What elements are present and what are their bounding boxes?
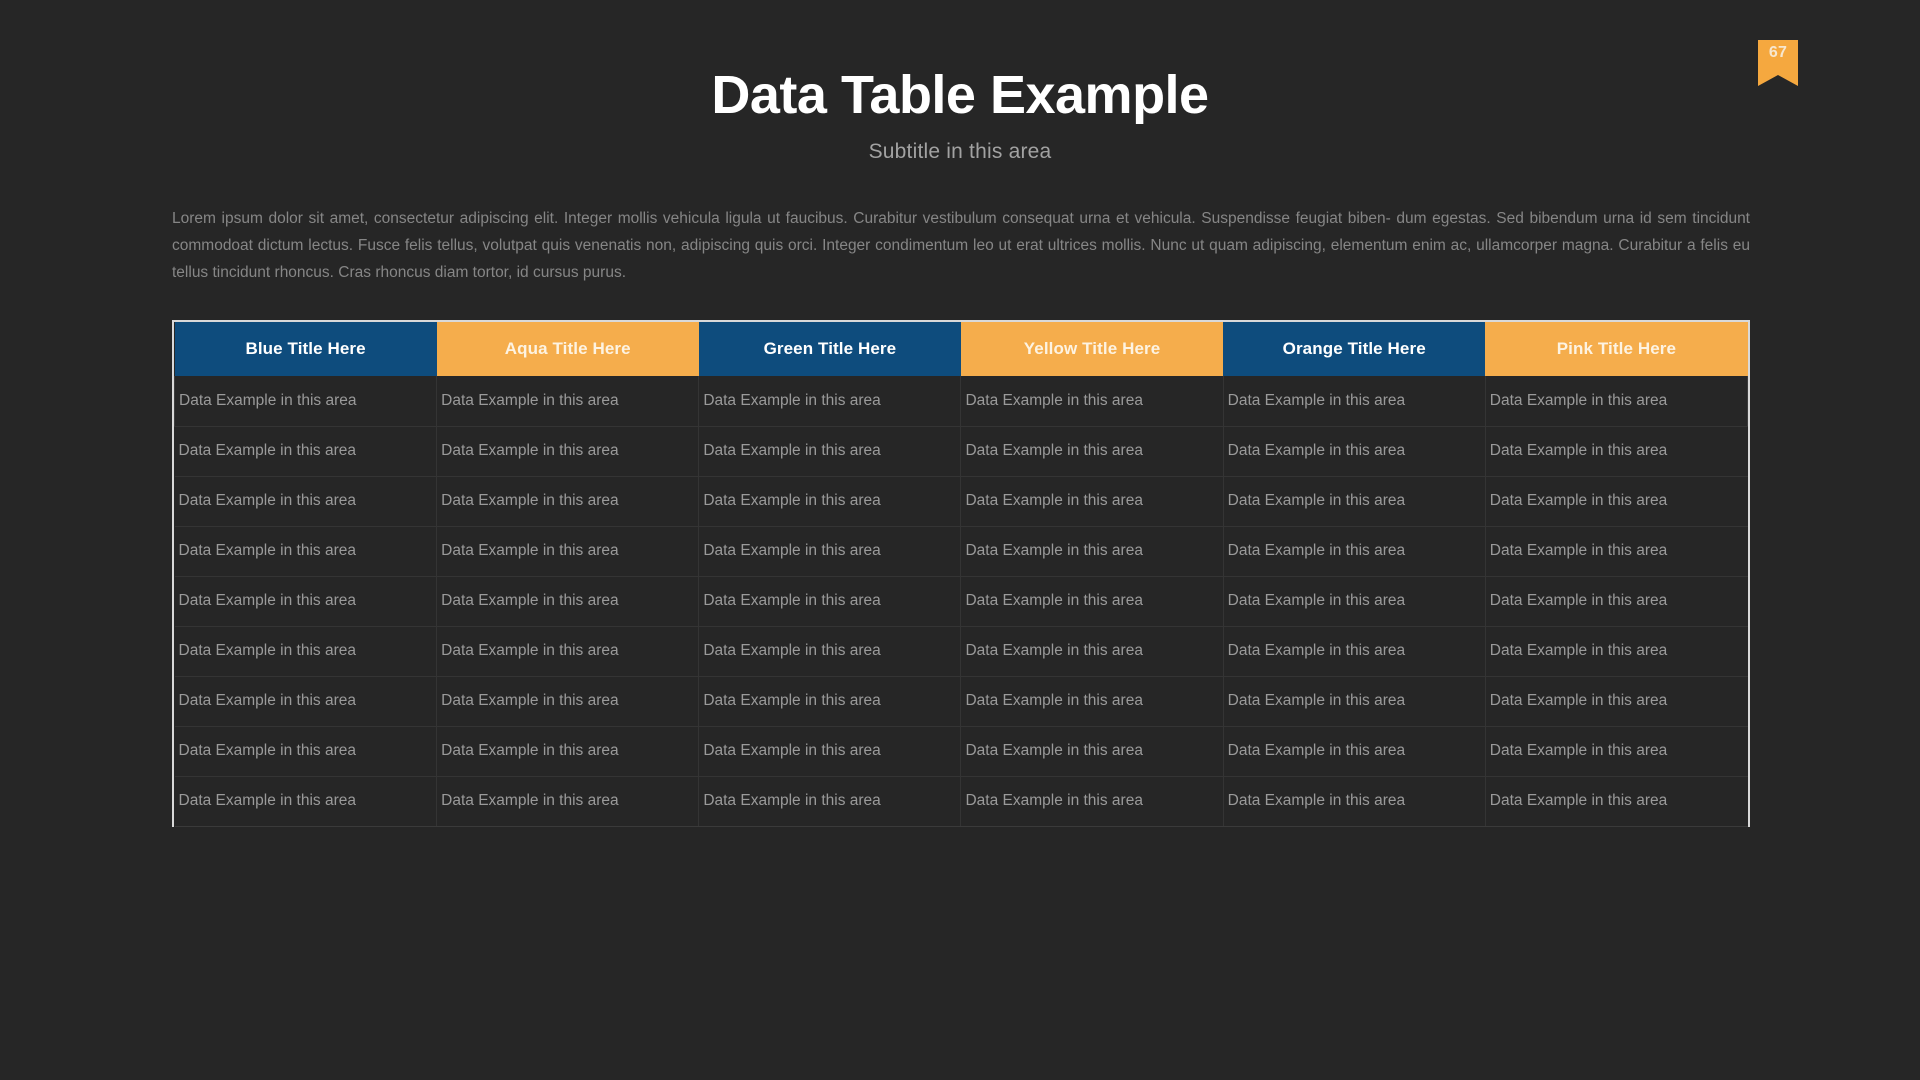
body-paragraph: Lorem ipsum dolor sit amet, consectetur … xyxy=(172,210,1750,281)
table-row: Data Example in this area Data Example in… xyxy=(174,476,1748,527)
table-cell: Data Example in this area xyxy=(960,426,1224,477)
table-row: Data Example in this area Data Example in… xyxy=(174,526,1748,577)
table-cell: Data Example in this area xyxy=(1485,576,1748,627)
table-header-row-group: Blue Title Here Aqua Title Here Green Titl… xyxy=(174,322,1748,376)
table-cell: Data Example in this area xyxy=(960,626,1224,677)
table-cell: Data Example in this area xyxy=(1485,626,1748,677)
table-cell: Data Example in this area xyxy=(698,526,962,577)
table-cell: Data Example in this area xyxy=(436,676,700,727)
table-cell: Data Example in this area xyxy=(698,626,962,677)
table-cell: Data Example in this area xyxy=(1223,476,1486,527)
table-cell: Data Example in this area xyxy=(174,476,438,527)
table-row: Data Example in this area Data Example in… xyxy=(174,676,1748,727)
slide-canvas: 67 Data Table Example Subtitle in this a… xyxy=(0,0,1920,1080)
table-header-cell-5[interactable]: Orange Title Here xyxy=(1223,322,1486,376)
table-cell: Data Example in this area xyxy=(1485,526,1748,577)
table-cell: Data Example in this area xyxy=(436,376,700,427)
table-cell: Data Example in this area xyxy=(1485,676,1748,727)
table-header-cell-6[interactable]: Pink Title Here xyxy=(1485,322,1748,376)
table-body: Data Example in this area Data Example in… xyxy=(174,376,1748,827)
table-cell: Data Example in this area xyxy=(436,526,700,577)
table-cell: Data Example in this area xyxy=(1223,576,1486,627)
table-cell: Data Example in this area xyxy=(174,676,438,727)
table-row: Data Example in this area Data Example in… xyxy=(174,576,1748,627)
table-cell: Data Example in this area xyxy=(960,576,1224,627)
table-header-row: Blue Title Here Aqua Title Here Green Titl… xyxy=(174,322,1748,376)
page-number-label: 67 xyxy=(1768,44,1788,61)
table-cell: Data Example in this area xyxy=(960,776,1224,827)
table-cell: Data Example in this area xyxy=(1485,376,1748,427)
table-cell: Data Example in this area xyxy=(174,426,438,477)
table-row: Data Example in this area Data Example in… xyxy=(174,726,1748,777)
table-header-cell-1[interactable]: Blue Title Here xyxy=(174,322,437,376)
table-cell: Data Example in this area xyxy=(174,776,438,827)
table-cell: Data Example in this area xyxy=(1223,526,1486,577)
table-cell: Data Example in this area xyxy=(698,676,962,727)
table-cell: Data Example in this area xyxy=(960,526,1224,577)
table-cell: Data Example in this area xyxy=(698,726,962,777)
table-cell: Data Example in this area xyxy=(1485,476,1748,527)
table-cell: Data Example in this area xyxy=(698,476,962,527)
table-cell: Data Example in this area xyxy=(174,526,438,577)
table-cell: Data Example in this area xyxy=(1223,676,1486,727)
data-table-container: Blue Title Here Aqua Title Here Green Titl… xyxy=(172,320,1750,827)
table-cell: Data Example in this area xyxy=(436,726,700,777)
page-subtitle: Subtitle in this area xyxy=(868,140,1052,163)
table-cell: Data Example in this area xyxy=(960,676,1224,727)
table-cell: Data Example in this area xyxy=(1223,426,1486,477)
table-cell: Data Example in this area xyxy=(1485,726,1748,777)
table-cell: Data Example in this area xyxy=(960,476,1224,527)
table-cell: Data Example in this area xyxy=(174,626,438,677)
table-cell: Data Example in this area xyxy=(960,726,1224,777)
data-table-frame: Blue Title Here Aqua Title Here Green Titl… xyxy=(172,320,1750,827)
table-cell: Data Example in this area xyxy=(1223,726,1486,777)
table-cell: Data Example in this area xyxy=(1223,776,1486,827)
table-row: Data Example in this area Data Example in… xyxy=(174,376,1748,427)
table-cell: Data Example in this area xyxy=(1223,626,1486,677)
table-cell: Data Example in this area xyxy=(174,376,438,427)
table-header-cell-2[interactable]: Aqua Title Here xyxy=(436,322,699,376)
page-title: Data Table Example xyxy=(711,65,1209,125)
table-cell: Data Example in this area xyxy=(436,576,700,627)
table-cell: Data Example in this area xyxy=(436,476,700,527)
table-cell: Data Example in this area xyxy=(698,776,962,827)
table-cell: Data Example in this area xyxy=(698,426,962,477)
table-row: Data Example in this area Data Example in… xyxy=(174,776,1748,827)
table-cell: Data Example in this area xyxy=(698,576,962,627)
table-cell: Data Example in this area xyxy=(174,726,438,777)
table-cell: Data Example in this area xyxy=(960,376,1224,427)
table-cell: Data Example in this area xyxy=(698,376,962,427)
table-cell: Data Example in this area xyxy=(1223,376,1486,427)
table-cell: Data Example in this area xyxy=(1485,426,1748,477)
table-header-cell-4[interactable]: Yellow Title Here xyxy=(960,322,1224,376)
table-cell: Data Example in this area xyxy=(436,426,700,477)
table-row: Data Example in this area Data Example in… xyxy=(174,426,1748,477)
table-row: Data Example in this area Data Example in… xyxy=(174,626,1748,677)
table-cell: Data Example in this area xyxy=(436,776,700,827)
table-cell: Data Example in this area xyxy=(1485,776,1748,827)
table-header-cell-3[interactable]: Green Title Here xyxy=(698,322,961,376)
table-cell: Data Example in this area xyxy=(174,576,438,627)
table-cell: Data Example in this area xyxy=(436,626,700,677)
data-table: Blue Title Here Aqua Title Here Green Titl… xyxy=(174,322,1748,827)
